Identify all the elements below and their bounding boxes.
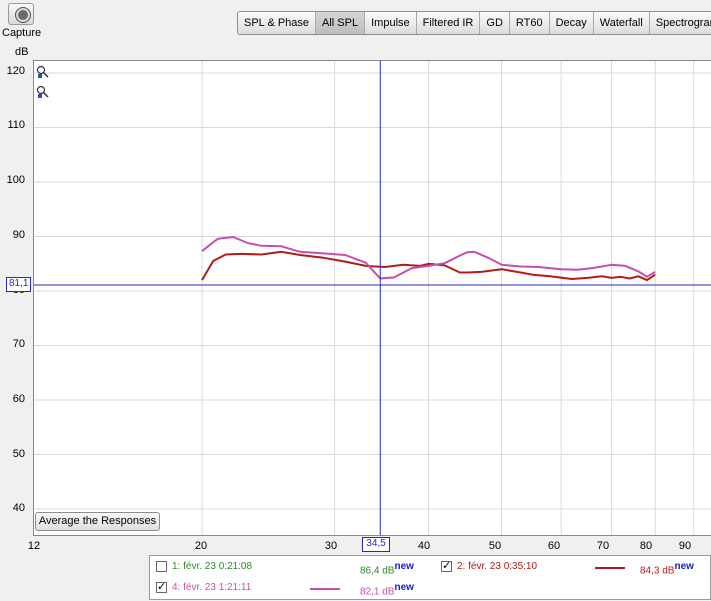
new-tag: new <box>674 561 694 572</box>
tab-impulse[interactable]: Impulse <box>365 12 417 34</box>
legend-item-1[interactable]: 1: févr. 23 0:21:08 86,4 dBnew <box>150 558 440 576</box>
legend-item-2[interactable]: 2: févr. 23 0:35:10 84,3 dBnew <box>435 557 711 576</box>
x-tick-label: 80 <box>639 540 653 552</box>
y-tick-label: 100 <box>6 174 25 186</box>
legend-checkbox[interactable] <box>156 578 167 596</box>
camera-icon[interactable] <box>8 3 34 25</box>
capture-label: Capture <box>2 27 42 39</box>
y-tick-label: 60 <box>12 393 25 405</box>
cursor-x-readout: 34,5 <box>362 537 390 552</box>
new-tag: new <box>394 561 414 572</box>
legend-label: 1: févr. 23 0:21:08 <box>172 561 253 572</box>
y-tick-label: 110 <box>7 119 25 131</box>
average-responses-button[interactable]: Average the Responses <box>35 512 160 531</box>
legend-swatch <box>595 567 625 569</box>
legend-label: 2: févr. 23 0:35:10 <box>457 561 538 572</box>
tab-waterfall[interactable]: Waterfall <box>593 12 650 34</box>
tab-gd[interactable]: GD <box>480 12 510 34</box>
tab-spl-phase[interactable]: SPL & Phase <box>238 12 317 34</box>
y-tick-label: 50 <box>12 448 25 460</box>
capture-control[interactable]: Capture <box>0 0 44 44</box>
tab-decay[interactable]: Decay <box>549 12 594 34</box>
legend-item-4[interactable]: 4: févr. 23 1:21:11 82,1 dBnew <box>150 578 440 597</box>
x-tick-label: 70 <box>596 540 610 552</box>
cursor-y-readout: 81,1 <box>6 277 32 292</box>
y-tick-label: 70 <box>12 338 25 350</box>
zoom-out-icon[interactable] <box>36 85 50 99</box>
tab-filtered-ir[interactable]: Filtered IR <box>416 12 481 34</box>
legend-value: 86,4 dBnew <box>360 561 414 577</box>
y-tick-label: 120 <box>6 65 25 77</box>
new-tag: new <box>394 582 414 593</box>
legend-checkbox[interactable] <box>156 561 167 572</box>
measurement-legend: 1: févr. 23 0:21:08 86,4 dBnew 2: févr. … <box>149 555 711 600</box>
legend-value: 82,1 dBnew <box>360 582 414 598</box>
y-axis-unit: dB <box>15 46 29 58</box>
graph-tab-bar: SPL & Phase All SPL Impulse Filtered IR … <box>237 11 711 35</box>
legend-checkbox[interactable] <box>441 557 452 575</box>
x-tick-label: 20 <box>194 540 208 552</box>
spl-graph-canvas[interactable] <box>34 61 711 536</box>
legend-value: 84,3 dBnew <box>640 561 694 577</box>
legend-label: 4: févr. 23 1:21:11 <box>172 582 252 593</box>
x-tick-label: 60 <box>547 540 561 552</box>
zoom-in-icon[interactable] <box>36 65 50 79</box>
x-tick-label: 90 <box>678 540 692 552</box>
tab-spectrogram[interactable]: Spectrogram <box>649 12 711 34</box>
x-tick-label: 30 <box>324 540 338 552</box>
spl-graph[interactable] <box>33 60 711 536</box>
legend-swatch <box>310 588 340 590</box>
tab-all-spl[interactable]: All SPL <box>316 12 366 34</box>
y-tick-label: 90 <box>12 229 25 241</box>
y-tick-label: 40 <box>12 502 25 514</box>
tab-rt60[interactable]: RT60 <box>509 12 550 34</box>
x-tick-label: 50 <box>488 540 502 552</box>
x-tick-label: 12 <box>27 540 41 552</box>
x-tick-label: 40 <box>417 540 431 552</box>
